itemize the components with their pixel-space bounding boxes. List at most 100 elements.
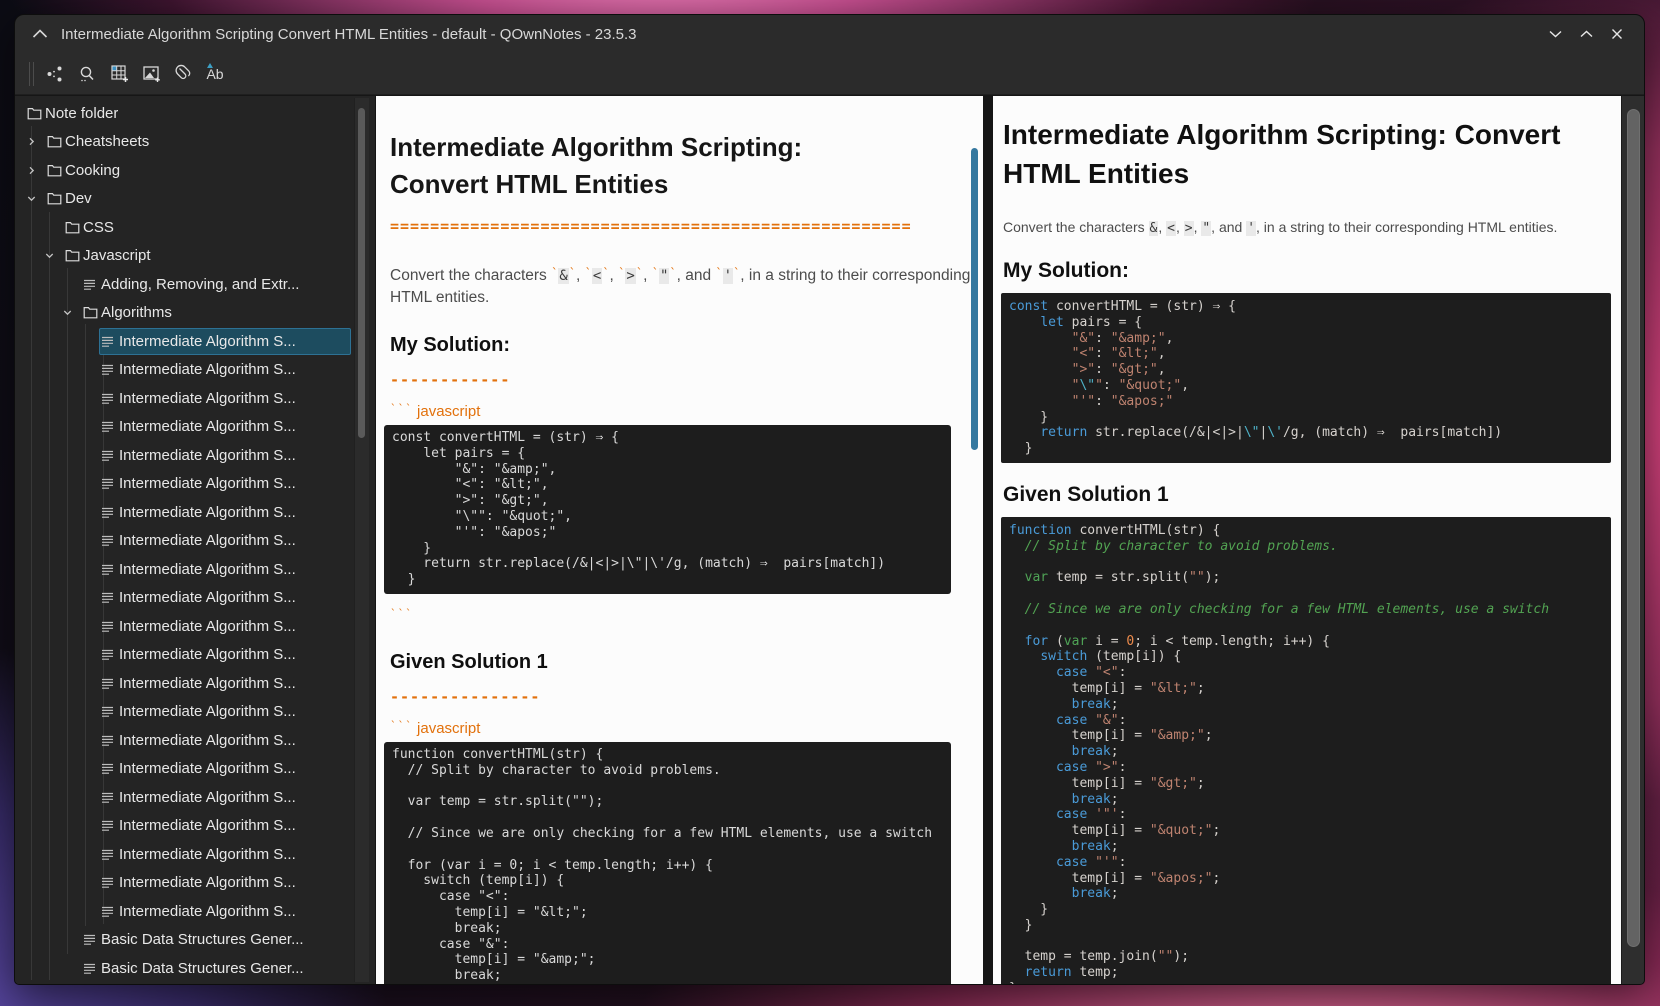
section-heading: Given Solution 1 [1003, 483, 1611, 507]
tree-item-label: Intermediate Algorithm S... [119, 561, 296, 578]
tree-item-label: Intermediate Algorithm S... [119, 532, 296, 549]
note-icon [100, 534, 119, 547]
tree-item[interactable]: Cooking [15, 156, 375, 185]
tree-item[interactable]: Intermediate Algorithm S... [15, 498, 375, 527]
inline-code: & [1149, 221, 1159, 236]
tree-item-label: Intermediate Algorithm S... [119, 760, 296, 777]
tree-item-label: Basic Data Structures Gener... [101, 960, 304, 977]
note-icon [100, 506, 119, 519]
pane-splitter[interactable] [983, 96, 993, 984]
note-icon [100, 648, 119, 661]
tree-item[interactable]: Intermediate Algorithm S... [15, 441, 375, 470]
note-icon [100, 705, 119, 718]
tree-item[interactable]: Intermediate Algorithm S... [15, 869, 375, 898]
format-accent-dot [207, 63, 213, 68]
inline-code: ' [723, 268, 733, 284]
menubar-toggle-icon[interactable] [29, 24, 51, 44]
preview-scrollbar-track[interactable] [1621, 96, 1644, 984]
note-icon [100, 620, 119, 633]
minimize-button[interactable] [1546, 25, 1564, 43]
tree-item[interactable]: Intermediate Algorithm S... [15, 356, 375, 385]
note-icon [100, 363, 119, 376]
maximize-button[interactable] [1577, 25, 1595, 43]
folder-icon [64, 249, 83, 262]
section-heading: Given Solution 1 [390, 651, 973, 674]
chevron-right-icon[interactable] [26, 165, 45, 176]
code-fence-open: ``` javascript [390, 402, 973, 420]
folder-icon [46, 135, 65, 148]
tree-item-label: Intermediate Algorithm S... [119, 703, 296, 720]
section-heading: My Solution: [390, 334, 973, 357]
format-text-label: Ab [206, 66, 223, 82]
tree-item[interactable]: Javascript [15, 242, 375, 271]
tree-item-label: Intermediate Algorithm S... [119, 789, 296, 806]
note-icon [100, 734, 119, 747]
editor-scrollbar-thumb[interactable] [971, 148, 978, 450]
note-icon [100, 563, 119, 576]
note-preview[interactable]: Intermediate Algorithm Scripting: Conver… [993, 96, 1621, 984]
tree-item[interactable]: Intermediate Algorithm S... [15, 413, 375, 442]
tree-item[interactable]: Intermediate Algorithm S... [15, 698, 375, 727]
tree-item[interactable]: Basic Data Structures Gener... [15, 926, 375, 955]
chevron-down-icon[interactable] [26, 193, 45, 204]
tree-item[interactable]: Intermediate Algorithm S... [15, 555, 375, 584]
tree-item[interactable]: Intermediate Algorithm S... [15, 327, 375, 356]
toolbar-drag-handle[interactable] [29, 62, 34, 86]
tree-item[interactable]: Intermediate Algorithm S... [15, 840, 375, 869]
note-icon [100, 791, 119, 804]
main-area: Note folderCheatsheetsCookingDev CSS Javas… [15, 95, 1644, 984]
tree-item[interactable]: Algorithms [15, 299, 375, 328]
tree-item[interactable]: Adding, Removing, and Extr... [15, 270, 375, 299]
tree-item[interactable]: Cheatsheets [15, 128, 375, 157]
code-fence-close: ``` [390, 607, 973, 625]
tree-item[interactable]: Intermediate Algorithm S... [15, 527, 375, 556]
tree-item[interactable]: Basic Data Structures Gener... [15, 954, 375, 983]
chevron-right-icon[interactable] [26, 136, 45, 147]
code-block[interactable]: function convertHTML(str) { // Split by … [384, 742, 951, 984]
note-icon [82, 933, 101, 946]
chevron-down-icon[interactable] [44, 250, 63, 261]
tree-item[interactable]: Intermediate Algorithm S... [15, 897, 375, 926]
note-tree-panel[interactable]: Note folderCheatsheetsCookingDev CSS Javas… [15, 96, 376, 984]
note-icon [100, 762, 119, 775]
tree-item-label: CSS [83, 219, 114, 236]
share-nodes-icon[interactable] [45, 63, 65, 85]
note-icon [100, 591, 119, 604]
titlebar[interactable]: Intermediate Algorithm Scripting Convert… [15, 15, 1644, 53]
code-block: function convertHTML(str) { // Split by … [1001, 517, 1611, 984]
sidebar-scrollbar-thumb[interactable] [358, 108, 365, 438]
note-icon [82, 278, 101, 291]
tree-item-label: Intermediate Algorithm S... [119, 418, 296, 435]
tree-item[interactable]: Note folder [15, 99, 375, 128]
qownnotes-window: Intermediate Algorithm Scripting Convert… [14, 14, 1645, 985]
note-icon [100, 477, 119, 490]
tree-item[interactable]: Intermediate Algorithm S... [15, 669, 375, 698]
tree-item[interactable]: Intermediate Algorithm S... [15, 755, 375, 784]
insert-image-icon[interactable] [141, 63, 161, 85]
tree-item-label: Intermediate Algorithm S... [119, 504, 296, 521]
code-block[interactable]: const convertHTML = (str) ⇒ { let pairs … [384, 425, 951, 594]
tree-item[interactable]: Intermediate Algorithm S... [15, 612, 375, 641]
note-icon [100, 876, 119, 889]
markdown-editor[interactable]: Intermediate Algorithm Scripting:Convert… [376, 96, 983, 984]
search-icon[interactable] [77, 63, 97, 85]
tree-item[interactable]: Intermediate Algorithm S... [15, 812, 375, 841]
tree-item[interactable]: CSS [15, 213, 375, 242]
tree-item[interactable]: Intermediate Algorithm S... [15, 584, 375, 613]
tree-item[interactable]: Intermediate Algorithm S... [15, 641, 375, 670]
tree-item[interactable]: Intermediate Algorithm S... [15, 726, 375, 755]
close-button[interactable] [1608, 25, 1626, 43]
preview-scrollbar-thumb[interactable] [1627, 109, 1640, 947]
insert-table-icon[interactable] [109, 63, 129, 85]
attachment-icon[interactable] [173, 63, 193, 85]
inline-code: " [659, 268, 669, 284]
tree-item[interactable]: Dev [15, 185, 375, 214]
tree-item[interactable]: Intermediate Algorithm S... [15, 470, 375, 499]
tree-item-label: Intermediate Algorithm S... [119, 646, 296, 663]
format-text-icon[interactable]: Ab [205, 63, 225, 85]
chevron-down-icon[interactable] [62, 307, 81, 318]
folder-icon [82, 306, 101, 319]
tree-item[interactable]: Intermediate Algorithm S... [15, 783, 375, 812]
tree-item[interactable]: Intermediate Algorithm S... [15, 384, 375, 413]
note-icon [100, 905, 119, 918]
